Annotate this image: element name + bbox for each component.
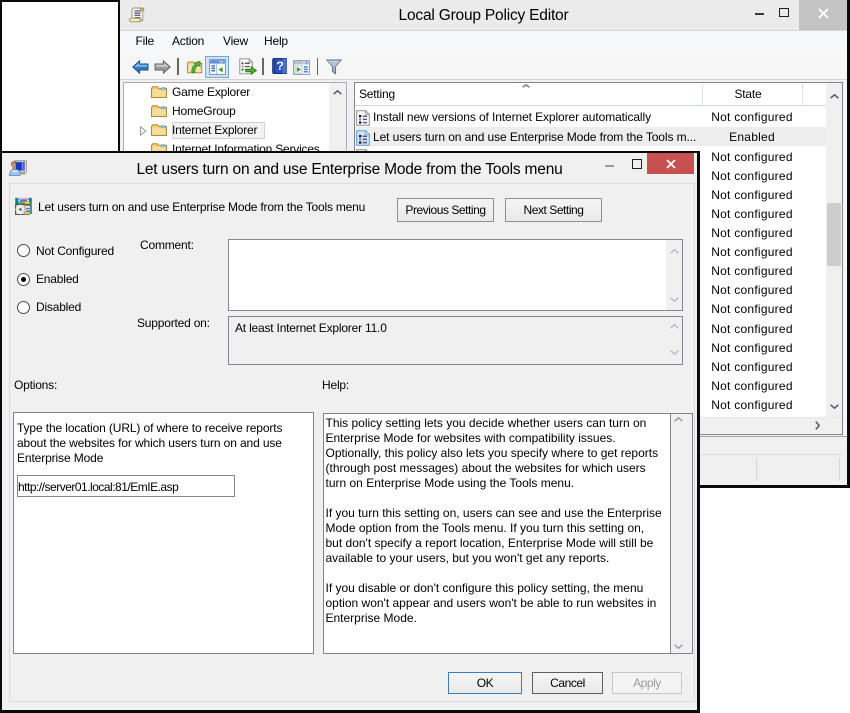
svg-text:?: ? <box>276 59 283 73</box>
